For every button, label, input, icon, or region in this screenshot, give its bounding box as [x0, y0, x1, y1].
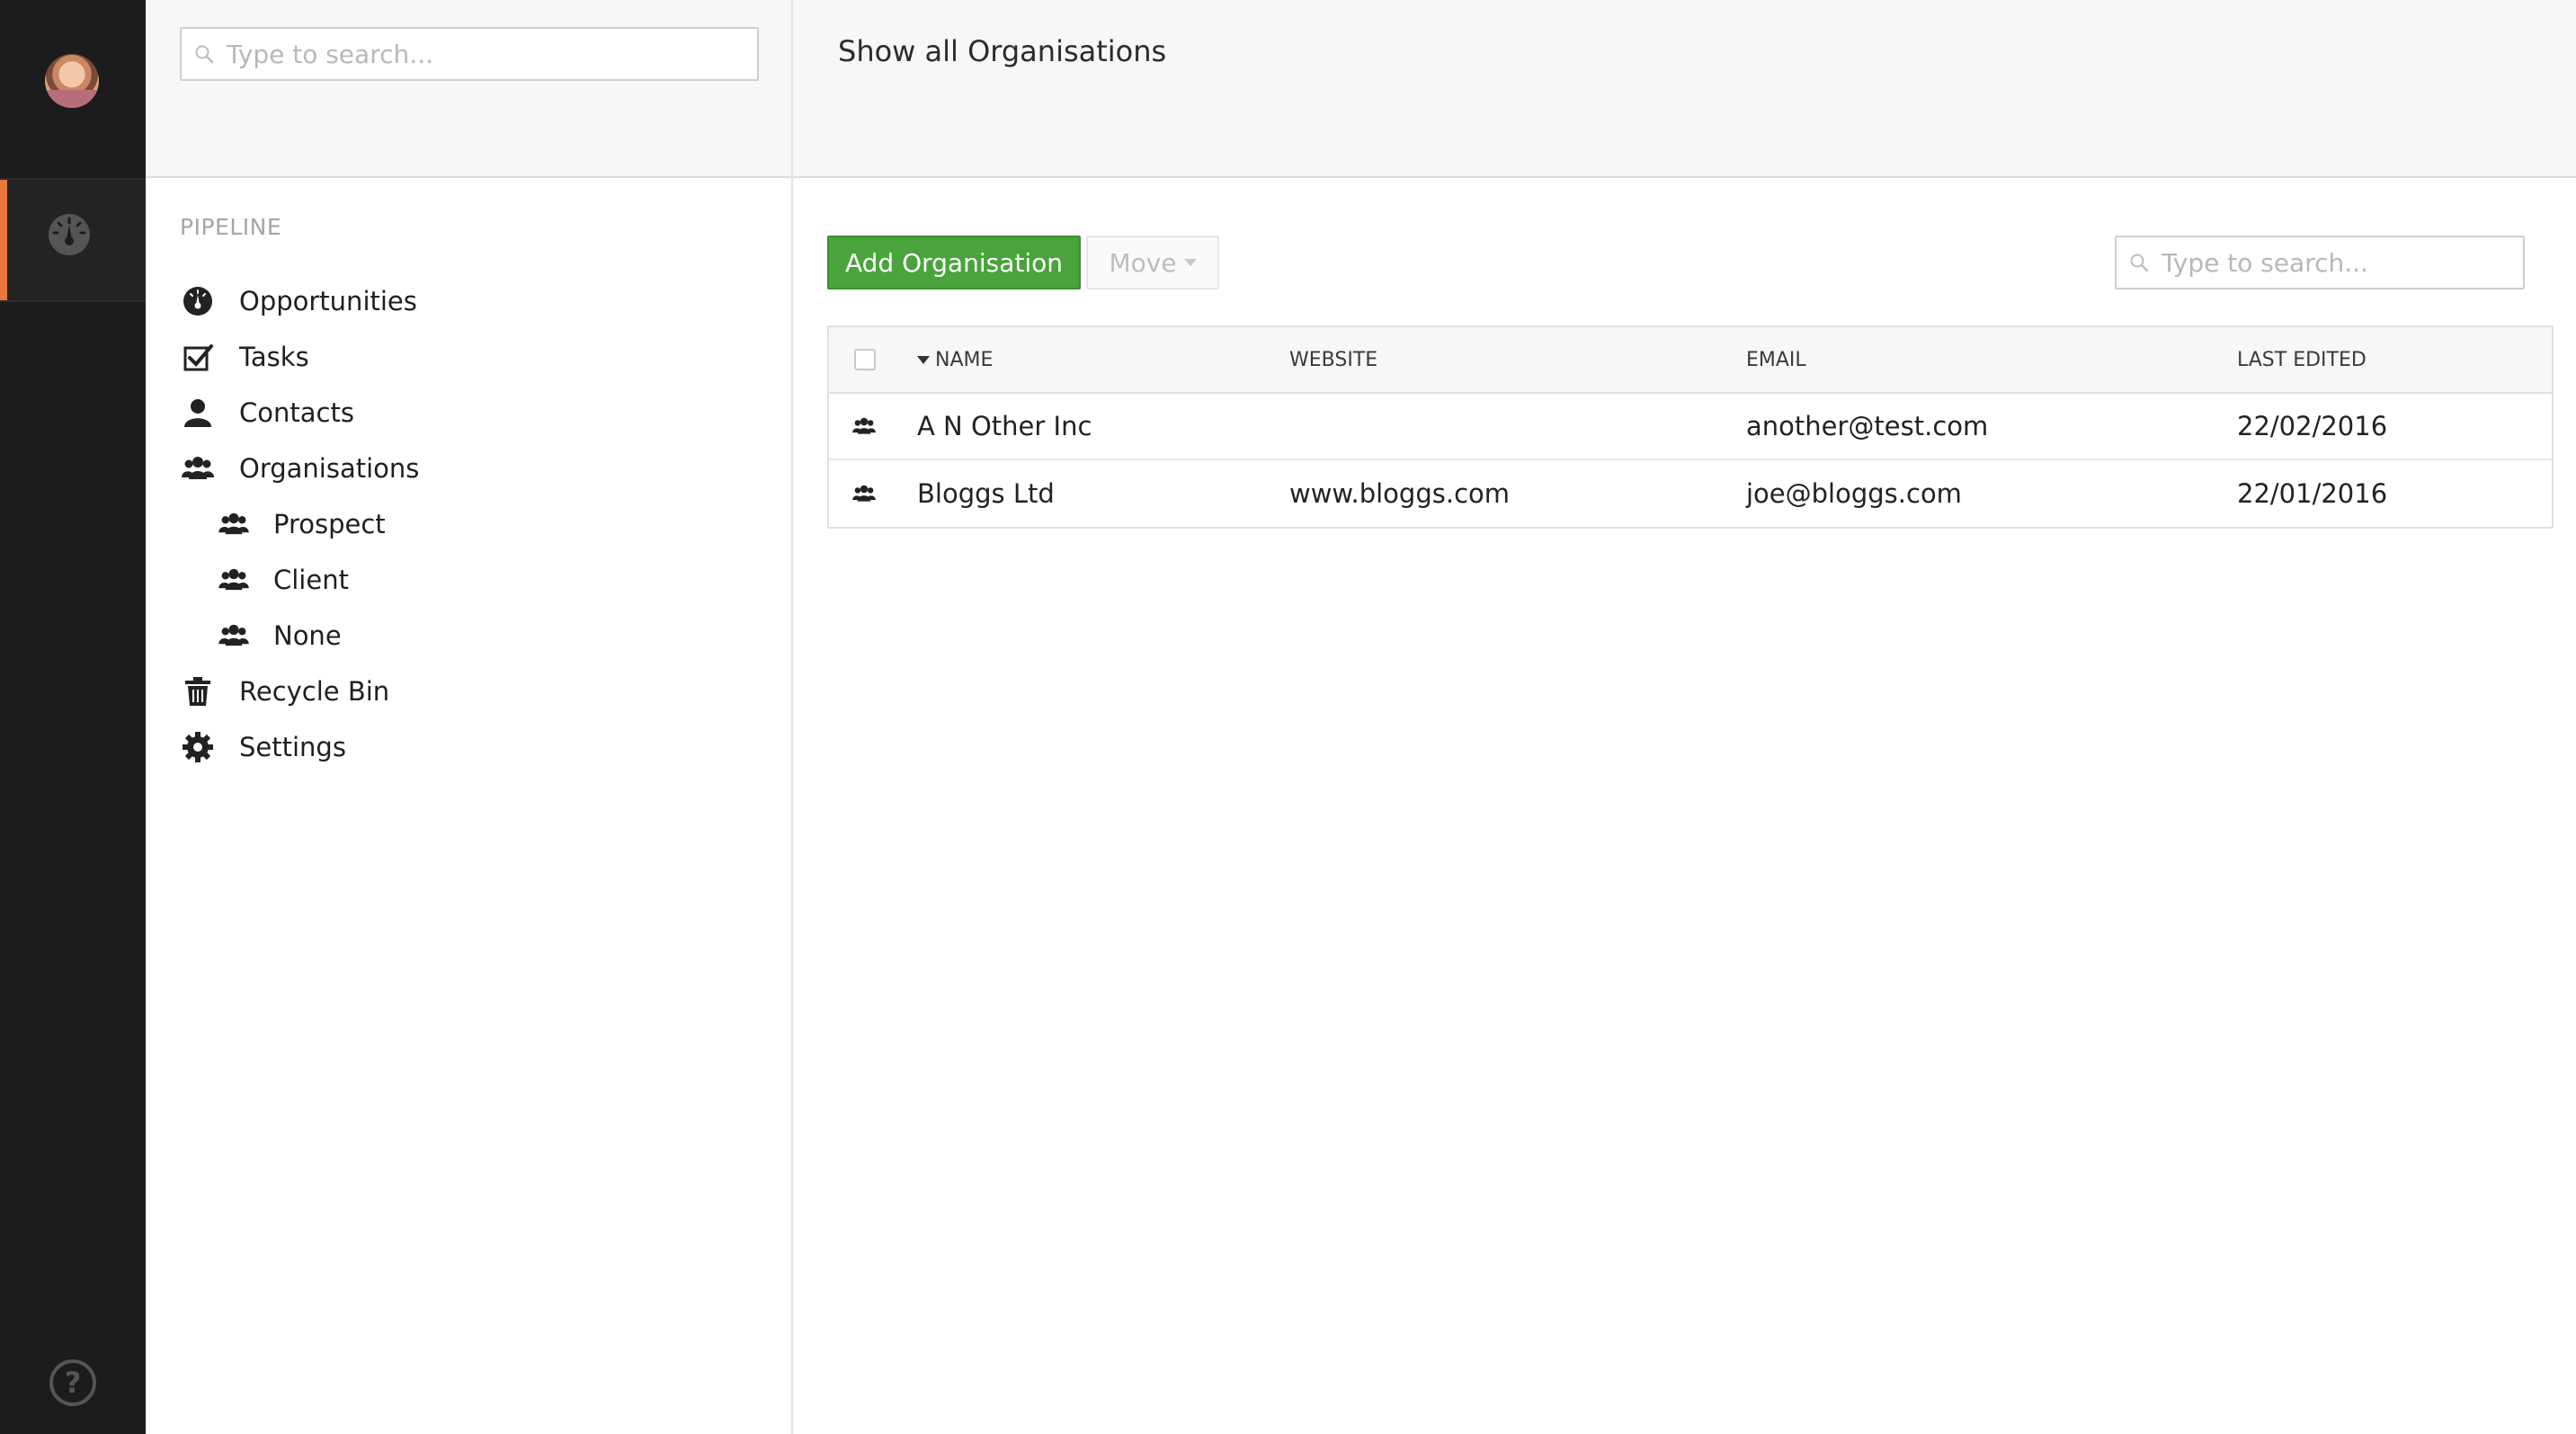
group-icon — [216, 506, 252, 542]
gauge-icon — [180, 283, 216, 319]
sort-desc-icon — [917, 355, 930, 364]
column-header-name[interactable]: NAME — [917, 327, 993, 392]
main-content: Show all Organisations Add Organisation … — [793, 0, 2576, 1434]
organisation-email[interactable]: another@test.com — [1746, 394, 1988, 459]
page-title: Show all Organisations — [838, 34, 1167, 68]
sidebar-item-opportunities[interactable]: Opportunities — [180, 279, 417, 324]
search-icon — [195, 45, 214, 64]
gear-icon — [180, 729, 216, 765]
organisation-email[interactable]: joe@bloggs.com — [1746, 460, 1962, 527]
sidebar-item-label: Contacts — [239, 397, 354, 428]
sidebar-item-prospect[interactable]: Prospect — [216, 502, 386, 547]
group-icon — [180, 450, 216, 486]
checkbox-icon — [180, 339, 216, 375]
sidebar-item-tasks[interactable]: Tasks — [180, 334, 309, 379]
select-all-cell — [854, 327, 876, 392]
move-dropdown-button[interactable]: Move — [1086, 236, 1219, 289]
table-header: NAME WEBSITE EMAIL LAST EDITED — [829, 327, 2552, 394]
user-avatar[interactable] — [45, 54, 99, 108]
add-organisation-button[interactable]: Add Organisation — [827, 236, 1081, 289]
organisation-last-edited: 22/01/2016 — [2237, 478, 2388, 509]
group-icon — [216, 618, 252, 654]
organisations-table: NAME WEBSITE EMAIL LAST EDITED A N Other… — [827, 325, 2554, 529]
organisation-last-edited: 22/02/2016 — [2237, 411, 2388, 441]
search-icon — [2130, 254, 2149, 272]
organisations-search — [2115, 236, 2525, 289]
group-icon — [852, 460, 876, 527]
app-rail: ? — [0, 0, 146, 1434]
group-icon — [216, 562, 252, 598]
table-row[interactable]: Bloggs Ltd www.bloggs.com joe@bloggs.com… — [829, 460, 2552, 527]
sidebar-item-label: Organisations — [239, 453, 420, 484]
organisation-name[interactable]: A N Other Inc — [917, 394, 1092, 459]
sidebar-item-label: Client — [273, 565, 349, 595]
organisation-name[interactable]: Bloggs Ltd — [917, 460, 1055, 527]
sidebar-item-settings[interactable]: Settings — [180, 725, 346, 770]
sidebar-item-label: Tasks — [239, 342, 309, 372]
table-row[interactable]: A N Other Inc another@test.com 22/02/201… — [829, 394, 2552, 460]
chevron-down-icon — [1183, 259, 1197, 266]
organisation-website[interactable]: www.bloggs.com — [1289, 460, 1510, 527]
sidebar-item-none[interactable]: None — [216, 613, 342, 658]
column-header-last-edited[interactable]: LAST EDITED — [2237, 327, 2367, 392]
sidebar-item-label: Settings — [239, 732, 346, 762]
sidebar-item-label: Opportunities — [239, 286, 417, 316]
trash-icon — [180, 673, 216, 709]
sidebar-item-organisations[interactable]: Organisations — [180, 446, 419, 491]
sidebar-item-contacts[interactable]: Contacts — [180, 390, 354, 435]
active-indicator — [0, 180, 7, 300]
sidebar-item-client[interactable]: Client — [216, 557, 349, 602]
sidebar-item-label: Recycle Bin — [239, 676, 390, 707]
sidebar-search — [180, 27, 759, 81]
person-icon — [180, 395, 216, 431]
main-header: Show all Organisations — [793, 0, 2576, 178]
gauge-icon — [49, 214, 90, 255]
select-all-checkbox[interactable] — [854, 349, 876, 370]
sidebar-search-input[interactable] — [227, 39, 757, 69]
move-button-label: Move — [1109, 247, 1177, 278]
column-header-email[interactable]: EMAIL — [1746, 327, 1806, 392]
sidebar: PIPELINE Opportunities Tasks Contacts Or… — [146, 0, 793, 1434]
group-icon — [852, 394, 876, 459]
help-icon[interactable]: ? — [49, 1359, 96, 1406]
rail-divider — [0, 300, 146, 302]
sidebar-item-label: Prospect — [273, 509, 386, 539]
sidebar-header — [146, 0, 791, 178]
section-title-pipeline: PIPELINE — [180, 214, 282, 240]
sidebar-item-recycle-bin[interactable]: Recycle Bin — [180, 669, 389, 714]
organisations-search-input[interactable] — [2162, 247, 2523, 278]
column-header-label: NAME — [935, 348, 994, 371]
sidebar-item-label: None — [273, 620, 342, 651]
column-header-website[interactable]: WEBSITE — [1289, 327, 1377, 392]
